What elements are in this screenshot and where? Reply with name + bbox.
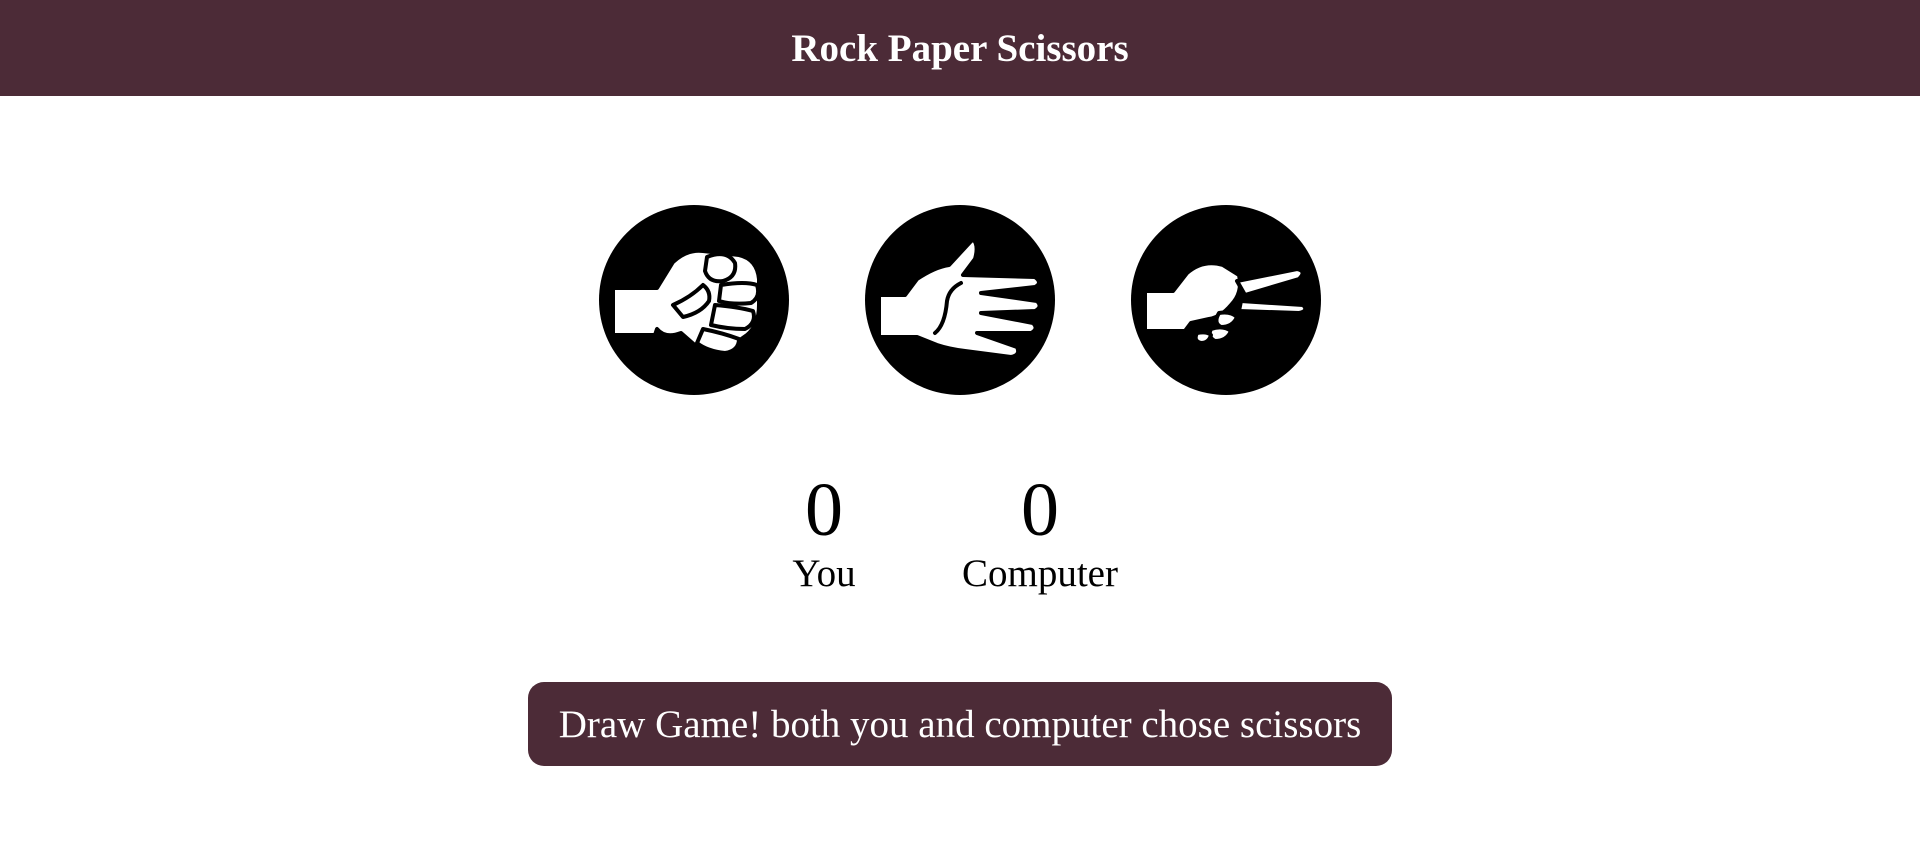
player-score: 0	[805, 468, 843, 552]
result-message: Draw Game! both you and computer chose s…	[528, 682, 1392, 766]
player-label: You	[792, 552, 856, 595]
page-title: Rock Paper Scissors	[791, 26, 1129, 70]
choices-row	[599, 205, 1321, 395]
victory-hand-icon	[1143, 261, 1308, 345]
fist-icon	[611, 248, 761, 355]
scoreboard: 0 You 0 Computer	[760, 470, 1160, 610]
computer-score: 0	[1021, 468, 1059, 552]
computer-label: Computer	[962, 552, 1118, 595]
paper-choice-button[interactable]	[865, 205, 1055, 395]
scissors-choice-button[interactable]	[1131, 205, 1321, 395]
computer-score-column: 0 Computer	[950, 470, 1130, 596]
header-bar: Rock Paper Scissors	[0, 0, 1920, 96]
open-hand-icon	[877, 237, 1042, 359]
rock-choice-button[interactable]	[599, 205, 789, 395]
player-score-column: 0 You	[776, 470, 872, 596]
